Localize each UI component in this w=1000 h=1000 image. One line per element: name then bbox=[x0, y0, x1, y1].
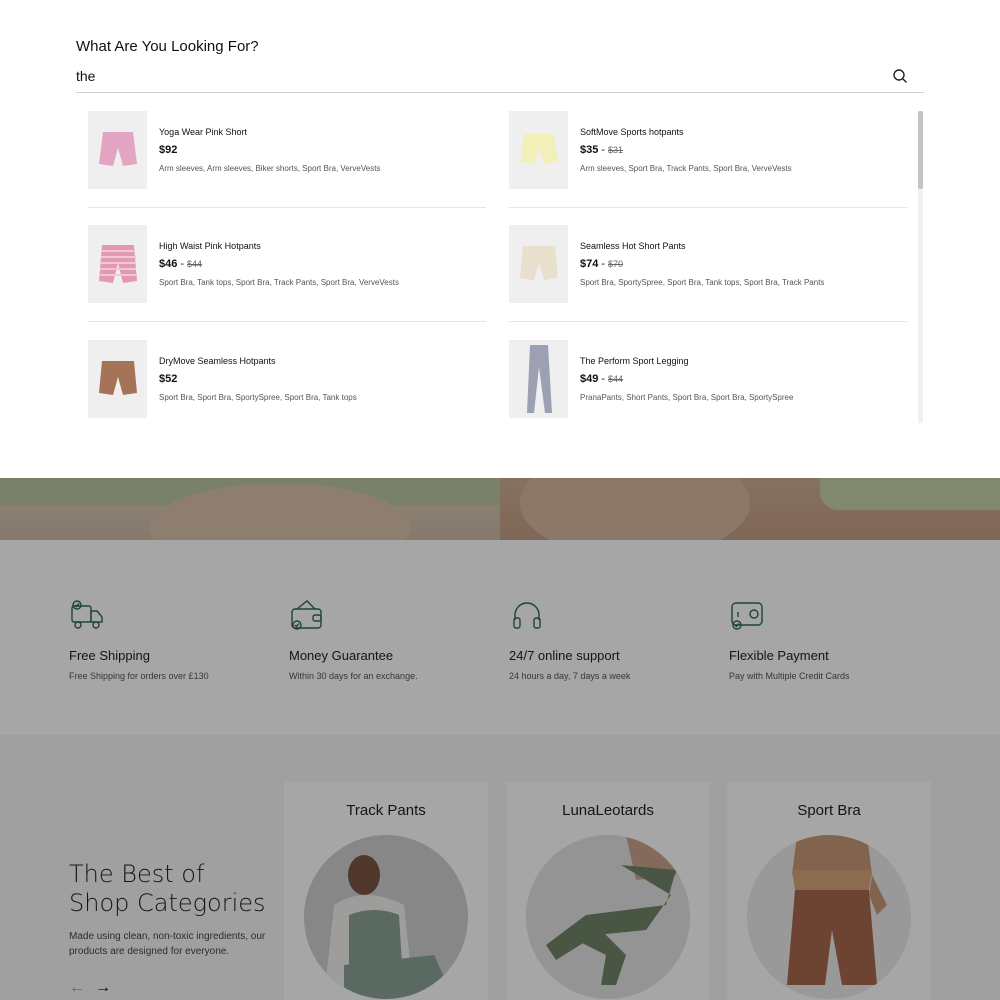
result-divider bbox=[88, 321, 486, 322]
search-result-item[interactable]: SoftMove Sports hotpants $35- $31 Arm sle… bbox=[509, 111, 907, 225]
product-tags: PranaPants, Short Pants, Sport Bra, Spor… bbox=[580, 393, 794, 402]
product-price: $52 bbox=[159, 373, 178, 385]
search-input[interactable] bbox=[76, 62, 876, 90]
search-icon[interactable] bbox=[892, 68, 908, 84]
search-bar bbox=[76, 62, 924, 93]
product-price: $35- $31 bbox=[580, 144, 624, 156]
product-thumbnail[interactable] bbox=[509, 111, 568, 189]
scrollbar-thumb[interactable] bbox=[918, 111, 923, 189]
search-result-item[interactable]: DryMove Seamless Hotpants $52 Sport Bra,… bbox=[88, 340, 486, 423]
product-tags: Arm sleeves, Arm sleeves, Biker shorts, … bbox=[159, 164, 381, 173]
search-result-item[interactable]: Yoga Wear Pink Short $92 Arm sleeves, Ar… bbox=[88, 111, 486, 225]
product-name[interactable]: Seamless Hot Short Pants bbox=[580, 241, 686, 251]
product-price: $49- $44 bbox=[580, 373, 624, 385]
product-thumbnail[interactable] bbox=[88, 111, 147, 189]
product-thumbnail[interactable] bbox=[88, 340, 147, 418]
product-price: $74- $70 bbox=[580, 258, 624, 270]
result-divider bbox=[509, 207, 907, 208]
product-name[interactable]: DryMove Seamless Hotpants bbox=[159, 356, 276, 366]
search-title: What Are You Looking For? bbox=[76, 38, 259, 55]
product-name[interactable]: Yoga Wear Pink Short bbox=[159, 127, 247, 137]
product-price: $46- $44 bbox=[159, 258, 203, 270]
results-scrollbar[interactable] bbox=[918, 111, 923, 423]
search-result-item[interactable]: Seamless Hot Short Pants $74- $70 Sport B… bbox=[509, 225, 907, 339]
product-thumbnail[interactable] bbox=[509, 340, 568, 418]
search-results: Yoga Wear Pink Short $92 Arm sleeves, Ar… bbox=[88, 111, 908, 423]
product-tags: Arm sleeves, Sport Bra, Track Pants, Spo… bbox=[580, 164, 792, 173]
search-result-item[interactable]: High Waist Pink Hotpants $46- $44 Sport B… bbox=[88, 225, 486, 339]
modal-backdrop[interactable] bbox=[0, 478, 1000, 1000]
result-divider bbox=[88, 207, 486, 208]
product-name[interactable]: High Waist Pink Hotpants bbox=[159, 241, 261, 251]
product-thumbnail[interactable] bbox=[88, 225, 147, 303]
product-tags: Sport Bra, Sport Bra, SportySpree, Sport… bbox=[159, 393, 357, 402]
product-price: $92 bbox=[159, 144, 178, 156]
product-name[interactable]: The Perform Sport Legging bbox=[580, 356, 689, 366]
product-name[interactable]: SoftMove Sports hotpants bbox=[580, 127, 684, 137]
result-divider bbox=[509, 321, 907, 322]
search-result-item[interactable]: The Perform Sport Legging $49- $44 PranaP… bbox=[509, 340, 907, 423]
search-panel: What Are You Looking For? Yoga Wear Pink… bbox=[0, 0, 1000, 478]
product-tags: Sport Bra, SportySpree, Sport Bra, Tank … bbox=[580, 278, 825, 287]
product-tags: Sport Bra, Tank tops, Sport Bra, Track P… bbox=[159, 278, 399, 287]
product-thumbnail[interactable] bbox=[509, 225, 568, 303]
